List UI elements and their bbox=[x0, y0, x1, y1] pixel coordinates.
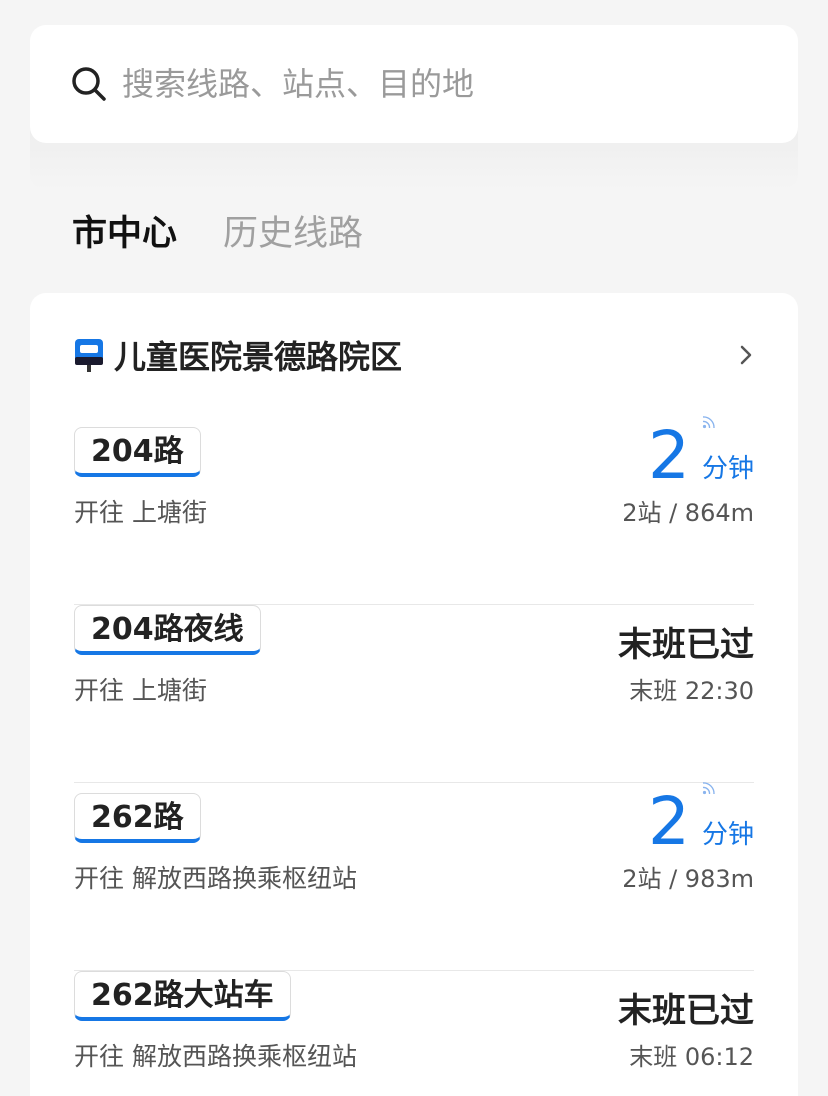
tab-bar: 市中心 历史线路 bbox=[72, 205, 409, 256]
tab-city-center[interactable]: 市中心 bbox=[72, 205, 177, 256]
eta-unit: 分钟 bbox=[701, 820, 754, 850]
station-name: 儿童医院景德路院区 bbox=[114, 338, 403, 376]
route-distance: 2站 / 864m bbox=[622, 499, 754, 527]
route-badge: 204路 bbox=[74, 427, 201, 477]
route-item[interactable]: 204路 开往 上塘街 2 分钟 2站 / 864m bbox=[74, 416, 754, 605]
route-destination: 开往 上塘街 bbox=[74, 676, 207, 705]
station-card: 儿童医院景德路院区 204路 开往 上塘街 2 分钟 2站 / 864m 204… bbox=[30, 293, 798, 1096]
search-icon bbox=[72, 67, 106, 101]
station-header[interactable]: 儿童医院景德路院区 bbox=[74, 333, 758, 377]
route-badge: 262路 bbox=[74, 793, 201, 843]
bus-stop-icon bbox=[75, 339, 103, 372]
route-badge: 204路夜线 bbox=[74, 605, 261, 655]
search-input[interactable] bbox=[122, 65, 722, 103]
route-item[interactable]: 262路大站车 开往 解放西路换乘枢纽站 末班已过 末班 06:12 bbox=[74, 971, 754, 1096]
chevron-right-icon[interactable] bbox=[734, 341, 758, 369]
bus-page: 市中心 历史线路 儿童医院景德路院区 204路 开往 上塘街 bbox=[0, 0, 828, 1096]
tab-history-routes[interactable]: 历史线路 bbox=[223, 205, 363, 256]
last-bus-time: 末班 06:12 bbox=[629, 1043, 754, 1071]
route-destination: 开往 解放西路换乘枢纽站 bbox=[74, 864, 357, 893]
search-bar[interactable] bbox=[30, 25, 798, 143]
route-item[interactable]: 204路夜线 开往 上塘街 末班已过 末班 22:30 bbox=[74, 605, 754, 783]
route-status: 末班已过 bbox=[618, 625, 754, 665]
route-distance: 2站 / 983m bbox=[622, 865, 754, 893]
eta: 2 分钟 bbox=[648, 419, 754, 489]
last-bus-time: 末班 22:30 bbox=[629, 677, 754, 705]
route-status: 末班已过 bbox=[618, 991, 754, 1031]
route-badge: 262路大站车 bbox=[74, 971, 291, 1021]
eta-minutes: 2 bbox=[647, 417, 690, 494]
route-item[interactable]: 262路 开往 解放西路换乘枢纽站 2 分钟 2站 / 983m bbox=[74, 782, 754, 971]
eta-minutes: 2 bbox=[647, 783, 690, 860]
eta: 2 分钟 bbox=[648, 785, 754, 855]
route-destination: 开往 上塘街 bbox=[74, 498, 207, 527]
eta-unit: 分钟 bbox=[701, 454, 754, 484]
route-destination: 开往 解放西路换乘枢纽站 bbox=[74, 1042, 357, 1071]
